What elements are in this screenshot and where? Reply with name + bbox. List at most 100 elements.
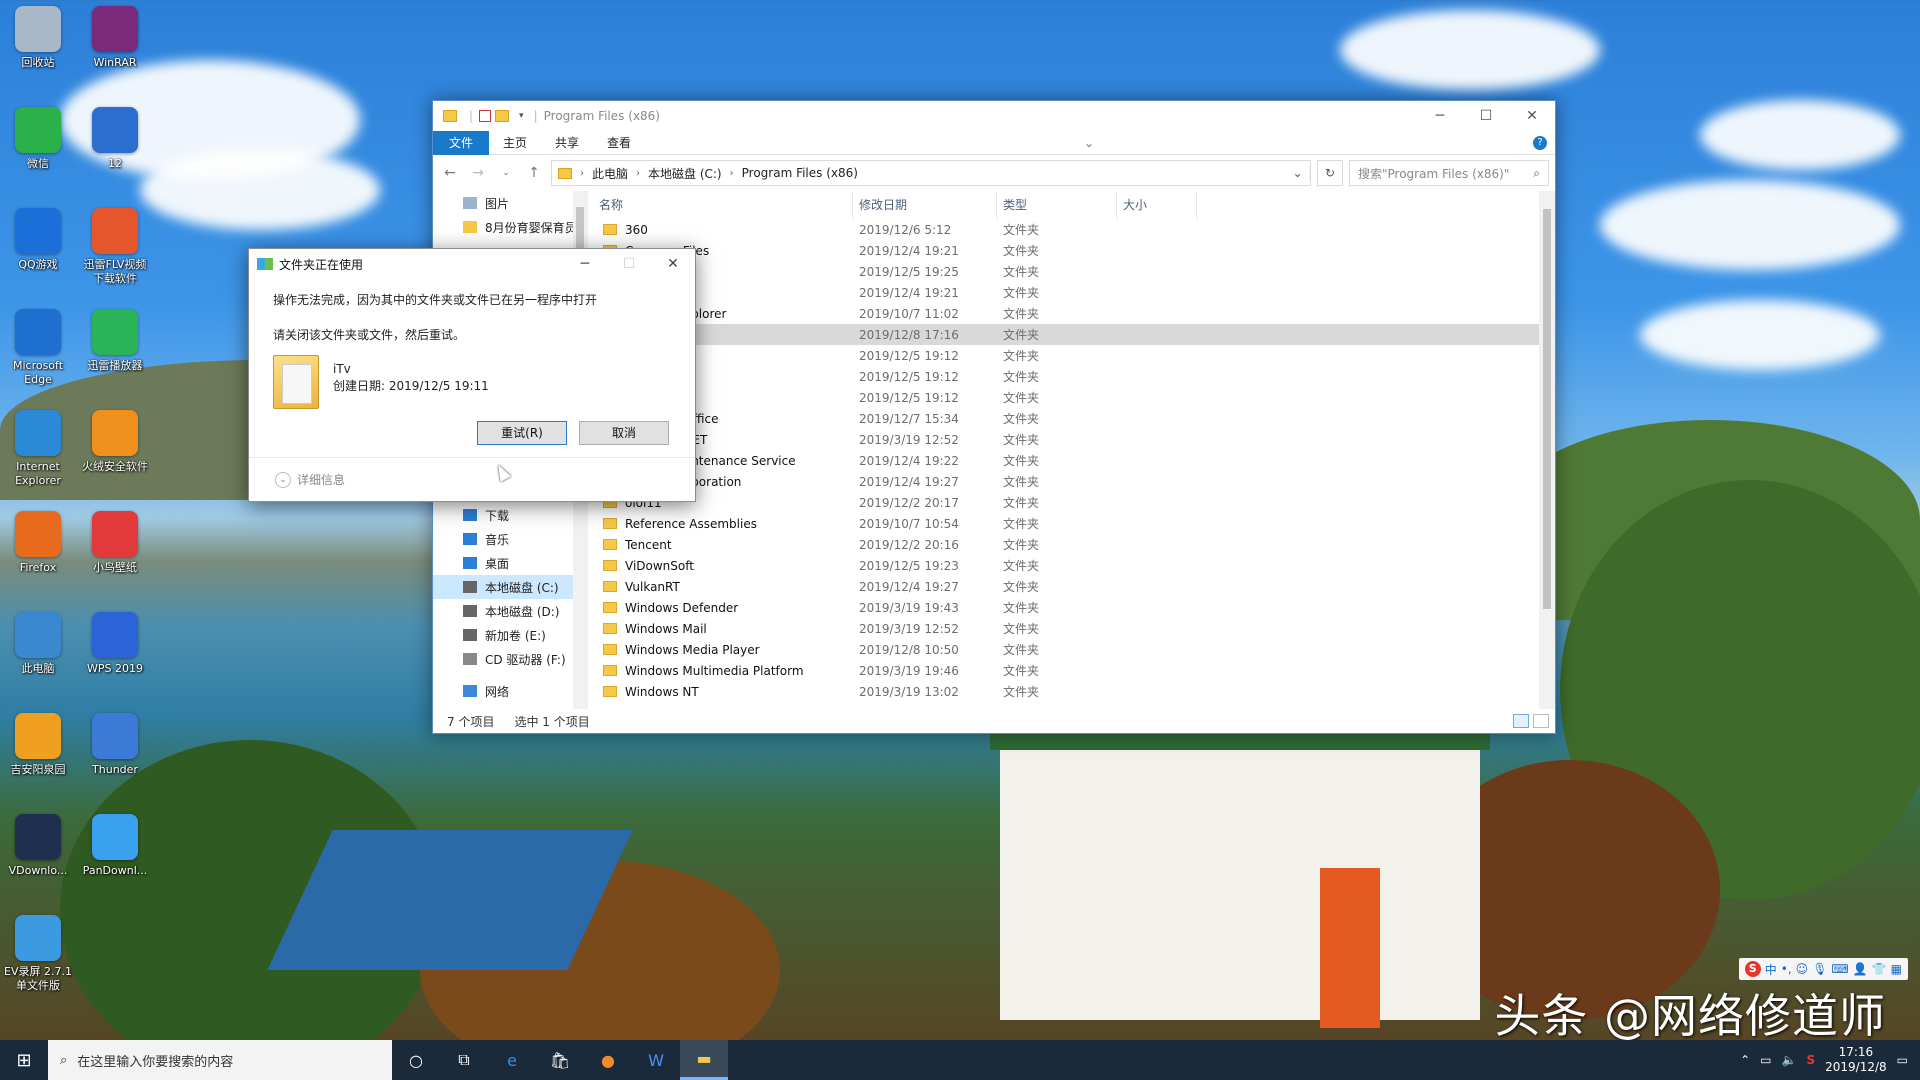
details-toggle[interactable]: ⌄ 详细信息 xyxy=(249,457,695,501)
desktop-icon[interactable]: Firefox xyxy=(3,511,73,575)
table-row[interactable]: 2019/12/4 19:21 文件夹 xyxy=(593,282,1539,303)
desktop-icon[interactable]: 迅雷播放器 xyxy=(80,309,150,373)
table-row[interactable]: VulkanRT 2019/12/4 19:27 文件夹 xyxy=(593,576,1539,597)
desktop-icon[interactable]: 迅雷FLV视频下载软件 xyxy=(80,208,150,286)
tray-expand-icon[interactable]: ⌃ xyxy=(1740,1053,1750,1067)
file-list-scrollbar[interactable] xyxy=(1539,191,1555,709)
up-button[interactable]: ↑ xyxy=(523,165,545,181)
desktop-icon[interactable]: Thunder xyxy=(80,713,150,777)
column-type[interactable]: 类型 xyxy=(997,191,1117,219)
microphone-icon[interactable]: 🎙 xyxy=(1812,962,1827,976)
skin-icon[interactable]: 👕 xyxy=(1872,962,1887,976)
desktop-icon[interactable]: 小鸟壁纸 xyxy=(80,511,150,575)
table-row[interactable]: oioi11 2019/12/2 20:17 文件夹 xyxy=(593,492,1539,513)
desktop-icon[interactable]: Internet Explorer xyxy=(3,410,73,488)
properties-icon[interactable] xyxy=(479,110,492,122)
new-folder-icon[interactable] xyxy=(495,110,510,122)
nav-item[interactable]: CD 驱动器 (F:) xyxy=(433,647,587,671)
tab-file[interactable]: 文件 xyxy=(433,130,490,155)
ime-toolbar[interactable]: S 中 •, ☺ 🎙 ⌨ 👤 👕 ▦ xyxy=(1738,958,1908,980)
column-size[interactable]: 大小 xyxy=(1117,191,1197,219)
store-taskbar-icon[interactable]: 🛍 xyxy=(536,1040,584,1080)
table-row[interactable]: Windows Mail 2019/3/19 12:52 文件夹 xyxy=(593,618,1539,639)
task-view-icon[interactable]: ⧉ xyxy=(440,1040,488,1080)
clock[interactable]: 17:16 2019/12/8 xyxy=(1825,1045,1887,1075)
recent-dropdown-icon[interactable]: ⌄ xyxy=(495,168,517,178)
volume-icon[interactable]: 🔈 xyxy=(1782,1053,1797,1067)
nav-item[interactable]: 音乐 xyxy=(433,527,587,551)
edge-taskbar-icon[interactable]: e xyxy=(488,1040,536,1080)
desktop-icon[interactable]: WinRAR xyxy=(80,6,150,70)
table-row[interactable]: Windows Defender 2019/3/19 19:43 文件夹 xyxy=(593,597,1539,618)
firefox-taskbar-icon[interactable]: ● xyxy=(584,1040,632,1080)
desktop-icon[interactable]: PanDownl... xyxy=(80,814,150,878)
cancel-button[interactable]: 取消 xyxy=(579,421,669,445)
table-row[interactable]: Windows NT 2019/3/19 13:02 文件夹 xyxy=(593,681,1539,702)
back-button[interactable]: ← xyxy=(439,165,461,181)
dialog-minimize-button[interactable]: ─ xyxy=(563,256,607,272)
desktop-icon[interactable]: 吉安阳泉园 xyxy=(3,713,73,777)
help-icon[interactable]: ? xyxy=(1533,135,1547,150)
keyboard-icon[interactable]: ⌨ xyxy=(1831,962,1848,976)
table-row[interactable]: ViDownSoft 2019/12/5 19:23 文件夹 xyxy=(593,555,1539,576)
tools-icon[interactable]: ▦ xyxy=(1891,962,1902,976)
table-row[interactable]: 2019/12/5 19:12 文件夹 xyxy=(593,345,1539,366)
forward-button[interactable]: → xyxy=(467,165,489,181)
cortana-icon[interactable]: ○ xyxy=(392,1040,440,1080)
nav-item[interactable]: 桌面 xyxy=(433,551,587,575)
address-bar[interactable]: › 此电脑 › 本地磁盘 (C:) › Program Files (x86) … xyxy=(551,160,1311,186)
nav-item[interactable]: 本地磁盘 (D:) xyxy=(433,599,587,623)
desktop-icon[interactable]: VDownlo... xyxy=(3,814,73,878)
table-row[interactable]: 2019/12/5 19:25 文件夹 xyxy=(593,261,1539,282)
network-icon[interactable]: ▭ xyxy=(1760,1053,1771,1067)
table-row[interactable]: Microsoft.NET2019/3/19 12:52文件夹 xyxy=(593,429,1539,450)
desktop-icon[interactable]: EV录屏 2.7.1 单文件版 xyxy=(3,915,73,993)
explorer-titlebar[interactable]: | ▾ | Program Files (x86) ─ ☐ ✕ xyxy=(433,101,1555,131)
desktop-icon[interactable]: 回收站 xyxy=(3,6,73,70)
table-row[interactable]: Internet Explorer2019/10/7 11:02文件夹 xyxy=(593,303,1539,324)
nav-item[interactable]: 图片 xyxy=(433,191,587,215)
dialog-titlebar[interactable]: 文件夹正在使用 ─ ☐ ✕ xyxy=(249,249,695,279)
tab-view[interactable]: 查看 xyxy=(593,131,645,155)
punctuation-icon[interactable]: •, xyxy=(1781,962,1792,976)
breadcrumb-drive-c[interactable]: 本地磁盘 (C:) xyxy=(648,165,722,182)
tab-share[interactable]: 共享 xyxy=(541,131,593,155)
table-row[interactable]: Mozilla Maintenance Service 2019/12/4 19:… xyxy=(593,450,1539,471)
maximize-button[interactable]: ☐ xyxy=(1463,101,1509,131)
address-dropdown-icon[interactable]: ⌄ xyxy=(1286,166,1310,180)
user-icon[interactable]: 👤 xyxy=(1853,962,1868,976)
table-row[interactable]: 360 2019/12/6 5:12 文件夹 xyxy=(593,219,1539,240)
dialog-close-button[interactable]: ✕ xyxy=(651,256,695,272)
table-row[interactable]: Reference Assemblies 2019/10/7 10:54 文件夹 xyxy=(593,513,1539,534)
desktop-icon[interactable]: 微信 xyxy=(3,107,73,171)
desktop-icon[interactable]: 此电脑 xyxy=(3,612,73,676)
desktop-icon[interactable]: WPS 2019 xyxy=(80,612,150,676)
table-row[interactable]: 2019/12/5 19:12 文件夹 xyxy=(593,366,1539,387)
nav-item[interactable]: 本地磁盘 (C:) xyxy=(433,575,587,599)
desktop-icon[interactable]: QQ游戏 xyxy=(3,208,73,272)
table-row[interactable]: Microsoft Office2019/12/7 15:34文件夹 xyxy=(593,408,1539,429)
desktop-icon[interactable]: 火绒安全软件 xyxy=(80,410,150,474)
table-row[interactable]: iTv2019/12/8 17:16文件夹 xyxy=(593,324,1539,345)
search-input[interactable]: 搜索"Program Files (x86)" ⌕ xyxy=(1349,160,1549,186)
column-date[interactable]: 修改日期 xyxy=(853,191,997,219)
large-icons-view-button[interactable] xyxy=(1533,714,1549,728)
nav-item[interactable]: 新加卷 (E:) xyxy=(433,623,587,647)
quick-access-dropdown-icon[interactable]: ▾ xyxy=(519,111,524,121)
taskbar-search[interactable]: ⌕ 在这里输入你要搜索的内容 xyxy=(48,1040,392,1080)
retry-button[interactable]: 重试(R) xyxy=(477,421,567,445)
table-row[interactable]: Tencent 2019/12/2 20:16 文件夹 xyxy=(593,534,1539,555)
sogou-tray-icon[interactable]: S xyxy=(1806,1053,1815,1067)
details-view-button[interactable] xyxy=(1513,714,1529,728)
table-row[interactable]: 2019/12/5 19:12 文件夹 xyxy=(593,387,1539,408)
ime-mode[interactable]: 中 xyxy=(1765,961,1777,978)
tab-home[interactable]: 主页 xyxy=(489,131,541,155)
nav-item[interactable]: 8月份育婴保育员 xyxy=(433,215,587,239)
breadcrumb-program-files[interactable]: Program Files (x86) xyxy=(742,166,858,180)
wps-taskbar-icon[interactable]: W xyxy=(632,1040,680,1080)
table-row[interactable]: NVIDIA Corporation2019/12/4 19:27文件夹 xyxy=(593,471,1539,492)
refresh-button[interactable]: ↻ xyxy=(1317,160,1343,186)
minimize-button[interactable]: ─ xyxy=(1417,101,1463,131)
table-row[interactable]: Windows Multimedia Platform 2019/3/19 19:… xyxy=(593,660,1539,681)
ribbon-expand-icon[interactable]: ⌄ xyxy=(1078,131,1100,155)
